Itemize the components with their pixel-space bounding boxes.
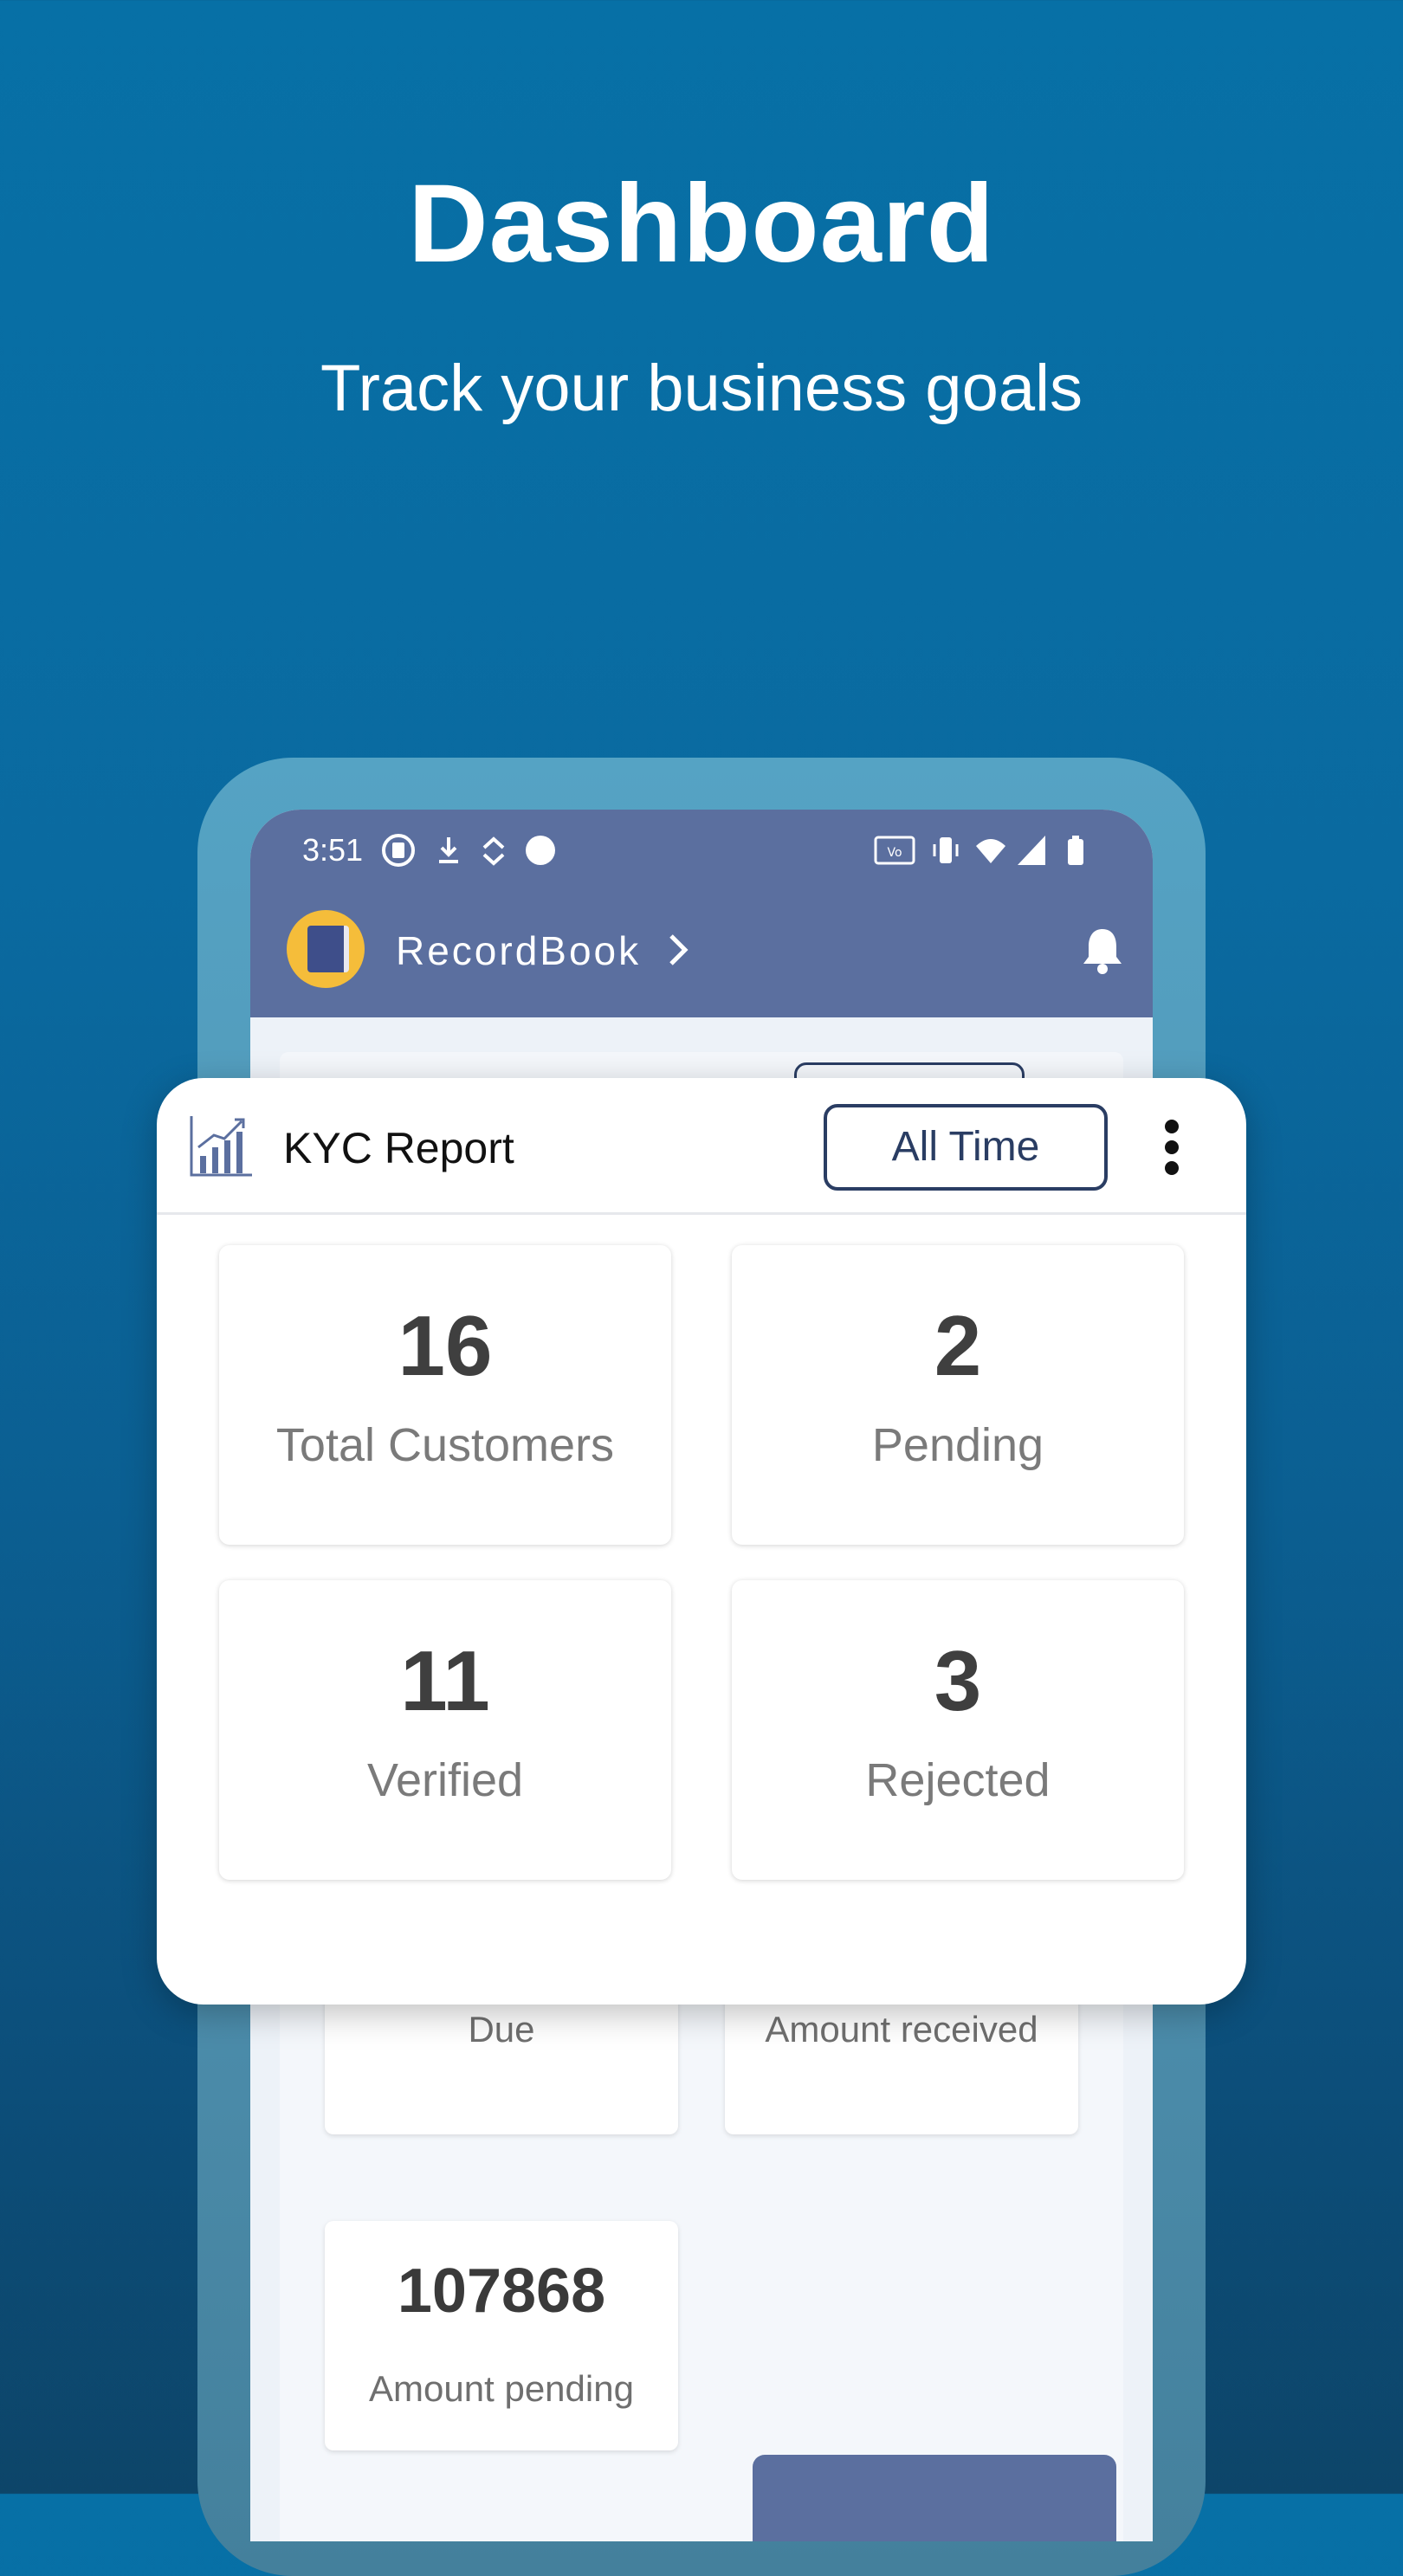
kyc-tile-total-customers[interactable]: 16 Total Customers [219, 1245, 671, 1545]
stat-label: Amount received [765, 2009, 1038, 2050]
vibrate-icon [933, 837, 959, 863]
battery-icon [1068, 836, 1083, 865]
kyc-tile-label: Pending [871, 1419, 1044, 1471]
time-filter-button[interactable]: All Time [824, 1104, 1108, 1191]
signal-icon [1018, 836, 1045, 865]
stat-value: 107868 [397, 2256, 606, 2326]
wifi-icon [976, 839, 1005, 863]
kyc-tile-label: Total Customers [275, 1419, 615, 1471]
kyc-tile-value: 3 [934, 1633, 982, 1728]
action-button[interactable] [753, 2455, 1116, 2541]
kyc-tile-value: 16 [398, 1298, 493, 1393]
dot-icon [526, 836, 555, 865]
kyc-report-title: KYC Report [283, 1124, 514, 1172]
kyc-tile-value: 11 [400, 1633, 490, 1728]
kyc-tile-value: 2 [934, 1298, 982, 1393]
kyc-tile-label: Verified [366, 1754, 524, 1806]
kyc-tile-label: Rejected [865, 1754, 1051, 1806]
hero-subtitle: Track your business goals [320, 352, 1083, 425]
status-time: 3:51 [302, 832, 364, 868]
bell-icon[interactable] [1078, 924, 1127, 976]
app-name[interactable]: RecordBook [396, 927, 641, 974]
app-header: 3:51 Vo RecordBook [250, 810, 1153, 1017]
stat-label: Due [468, 2009, 535, 2050]
sim-icon [382, 834, 415, 867]
vowifi-icon: Vo [874, 836, 915, 865]
kyc-report-header: KYC Report All Time [157, 1078, 1246, 1215]
kyc-tile-rejected[interactable]: 3 Rejected [732, 1580, 1184, 1880]
kyc-report-card: KYC Report All Time 16 Total Customers 2… [157, 1078, 1246, 2005]
app-bar: RecordBook [250, 905, 1153, 1000]
kyc-tile-pending[interactable]: 2 Pending [732, 1245, 1184, 1545]
hero-title: Dashboard [408, 162, 995, 286]
chevron-right-icon[interactable] [664, 931, 694, 969]
more-vertical-icon[interactable] [1161, 1116, 1182, 1178]
download-icon [439, 837, 458, 863]
kyc-tile-verified[interactable]: 11 Verified [219, 1580, 671, 1880]
status-bar: 3:51 Vo [250, 827, 1153, 879]
stat-label: Amount pending [369, 2368, 634, 2409]
book-logo-icon[interactable] [287, 910, 365, 988]
stat-tile-amount-pending[interactable]: 107868 Amount pending [325, 2221, 678, 2450]
svg-text:Vo: Vo [887, 846, 902, 860]
chart-icon [190, 1116, 252, 1177]
sync-icon [482, 836, 505, 866]
